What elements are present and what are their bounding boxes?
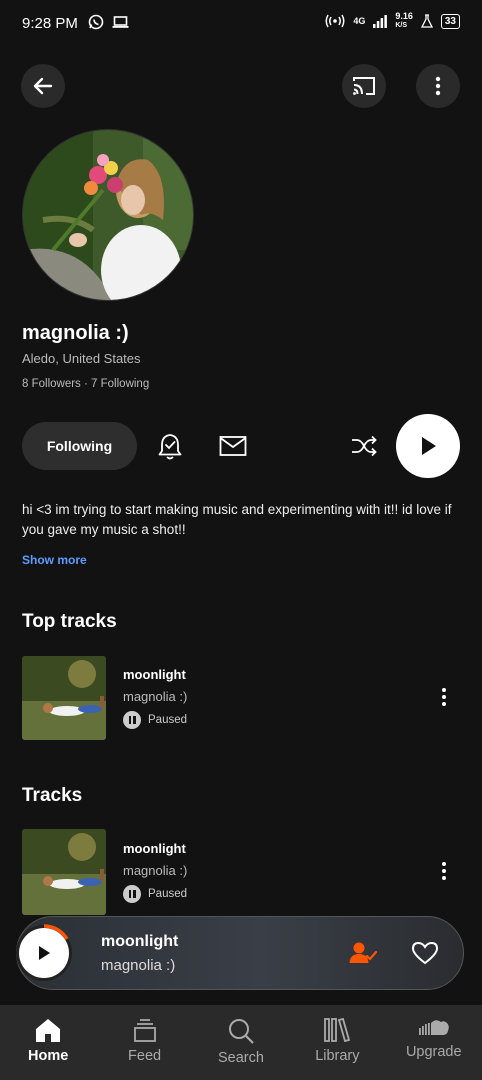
- tracks-heading: Tracks: [22, 785, 83, 806]
- mini-player-play-button[interactable]: [19, 924, 69, 978]
- track-title[interactable]: moonlight: [123, 841, 186, 856]
- more-options-button[interactable]: [416, 64, 460, 108]
- track-artwork[interactable]: [22, 829, 106, 915]
- mail-icon: [219, 436, 247, 456]
- track-more-button[interactable]: [436, 862, 452, 880]
- arrow-left-icon: [33, 77, 53, 95]
- top-tracks-heading: Top tracks: [22, 611, 117, 632]
- user-check-icon: [349, 942, 377, 963]
- home-icon: [36, 1019, 61, 1042]
- nav-home[interactable]: Home: [0, 1005, 96, 1064]
- following-link[interactable]: 7 Following: [91, 378, 149, 390]
- feed-icon: [133, 1019, 156, 1042]
- nav-search[interactable]: Search: [193, 1005, 289, 1066]
- status-time: 9:28 PM: [22, 15, 78, 32]
- track-status: Paused: [148, 888, 188, 900]
- library-icon: [324, 1017, 351, 1043]
- shuffle-icon: [352, 435, 377, 457]
- nav-upgrade[interactable]: Upgrade: [386, 1005, 482, 1060]
- track-status: Paused: [148, 714, 188, 726]
- hotspot-icon: [325, 14, 345, 28]
- network-type: 4G: [353, 16, 366, 26]
- paused-icon: [123, 885, 141, 903]
- signal-icon: [373, 14, 388, 28]
- track-artist: magnolia :): [123, 689, 188, 704]
- network-speed-unit: K/S: [395, 22, 408, 29]
- heart-icon: [411, 941, 439, 965]
- soundcloud-icon: [418, 1020, 449, 1035]
- play-button[interactable]: [396, 414, 460, 478]
- nav-library[interactable]: Library: [289, 1005, 385, 1064]
- profile-bio: hi <3 im trying to start making music an…: [22, 502, 452, 537]
- nav-label: Feed: [128, 1048, 162, 1064]
- mini-player-artist: magnolia :): [101, 957, 176, 974]
- nav-label: Library: [315, 1048, 360, 1064]
- nav-label: Upgrade: [405, 1044, 462, 1060]
- flask-icon: [420, 14, 433, 28]
- nav-label: Home: [28, 1048, 69, 1064]
- mini-player[interactable]: [16, 916, 464, 990]
- track-more-button[interactable]: [436, 688, 452, 706]
- like-button[interactable]: [405, 933, 445, 973]
- show-more-link[interactable]: Show more: [22, 553, 87, 567]
- bottom-navigation: Home Feed Search Library Upgrade: [0, 1005, 482, 1080]
- more-vertical-icon: [435, 76, 441, 96]
- search-icon: [228, 1019, 254, 1044]
- profile-location: Aledo, United States: [22, 351, 141, 366]
- whatsapp-icon: [88, 14, 104, 30]
- followers-link[interactable]: 8 Followers: [22, 378, 81, 390]
- nav-feed[interactable]: Feed: [97, 1005, 193, 1064]
- cast-icon: [353, 77, 375, 95]
- track-artwork[interactable]: [22, 656, 106, 740]
- nav-label: Search: [217, 1050, 264, 1066]
- more-vertical-icon: [442, 688, 446, 692]
- shuffle-button[interactable]: [344, 426, 384, 466]
- cast-button[interactable]: [342, 64, 386, 108]
- back-button[interactable]: [21, 64, 65, 108]
- separator-dot: ·: [84, 378, 92, 390]
- mini-player-title[interactable]: moonlight: [101, 933, 178, 951]
- play-icon: [422, 437, 436, 455]
- profile-name: magnolia :): [22, 322, 129, 344]
- progress-ring: [43, 924, 69, 940]
- network-speed: 9.16: [395, 11, 413, 21]
- following-button[interactable]: Following: [22, 422, 137, 470]
- track-title[interactable]: moonlight: [123, 667, 186, 682]
- bell-check-icon: [158, 434, 182, 460]
- message-button[interactable]: [213, 426, 253, 466]
- laptop-icon: [112, 16, 129, 28]
- battery-indicator: 33: [440, 13, 460, 29]
- paused-icon: [123, 711, 141, 729]
- follow-artist-button[interactable]: [343, 933, 383, 973]
- more-vertical-icon: [442, 862, 446, 866]
- track-artist: magnolia :): [123, 863, 188, 878]
- notifications-button[interactable]: [150, 426, 190, 466]
- profile-avatar: [22, 129, 194, 301]
